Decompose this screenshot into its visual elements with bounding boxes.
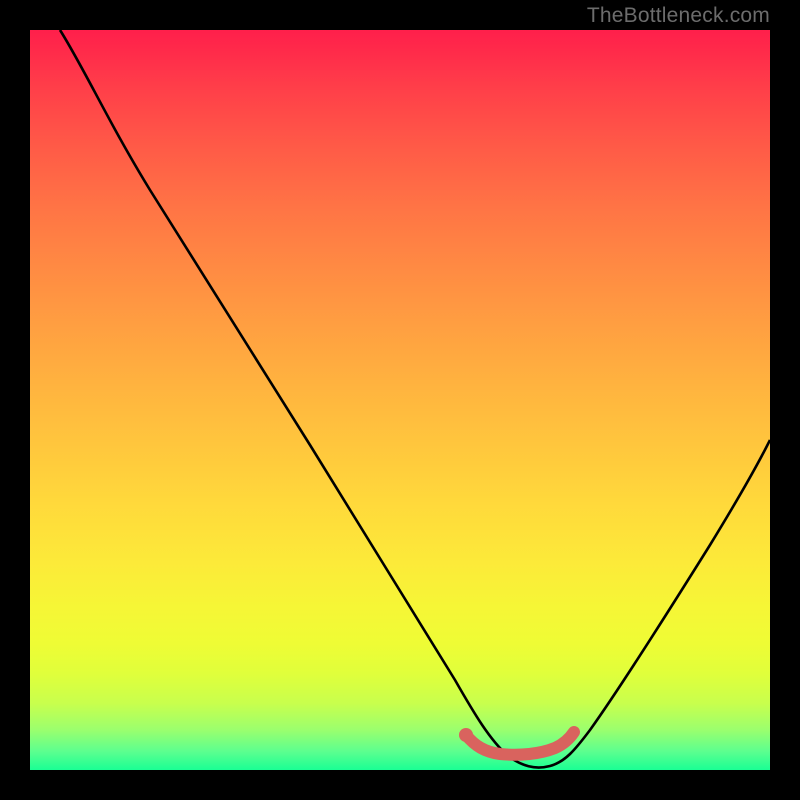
chart-svg — [30, 30, 770, 770]
optimal-marker-start-dot — [459, 728, 473, 742]
bottleneck-curve-line — [60, 30, 770, 768]
watermark-text: TheBottleneck.com — [587, 4, 770, 28]
optimal-marker-line — [466, 732, 574, 755]
chart-frame: TheBottleneck.com — [0, 0, 800, 800]
